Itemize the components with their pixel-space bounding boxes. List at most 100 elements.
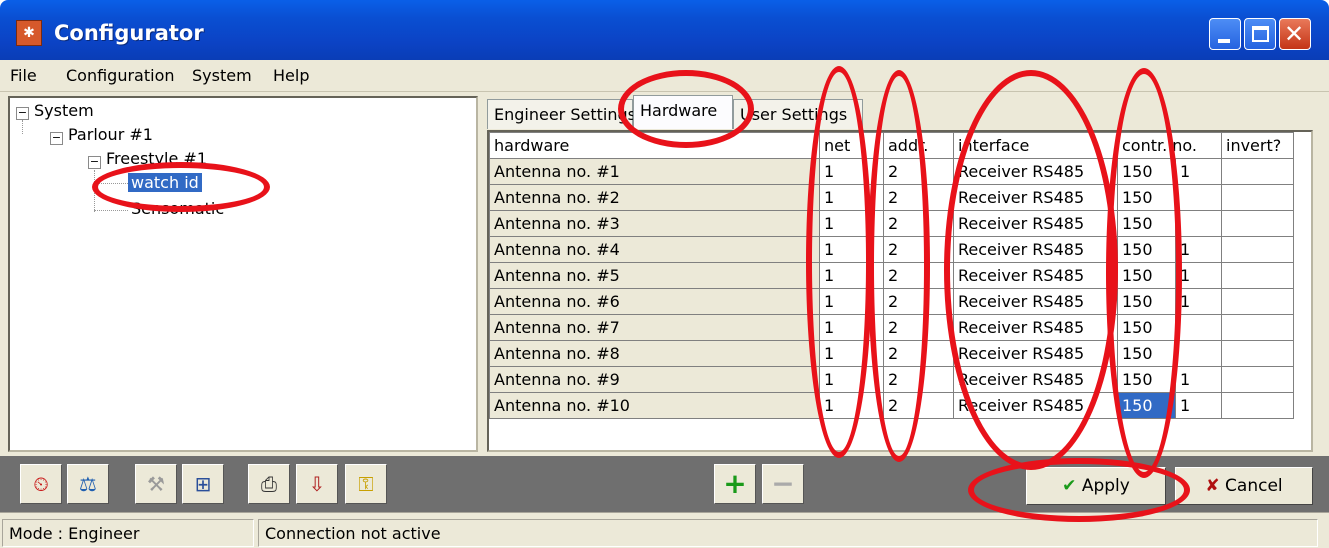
table-cell[interactable]: 150 (1117, 210, 1176, 237)
network-icon[interactable]: ⊞ (182, 464, 224, 504)
collapse-icon[interactable]: − (88, 156, 101, 169)
col-header-contr-no[interactable]: contr. no. (1117, 132, 1222, 159)
table-cell[interactable]: Antenna no. #8 (489, 340, 820, 367)
table-cell[interactable]: 150 (1117, 392, 1176, 419)
export-icon[interactable]: ⇩ (296, 464, 338, 504)
table-cell[interactable]: 1 (1175, 366, 1222, 393)
maximize-button[interactable] (1244, 18, 1276, 50)
tab-engineer-settings[interactable]: Engineer Settings (487, 99, 636, 129)
table-cell[interactable] (1221, 288, 1294, 315)
table-row[interactable]: Antenna no. #5 1 2 Receiver RS485 150 1 (489, 262, 1294, 289)
table-cell[interactable]: Antenna no. #5 (489, 262, 820, 289)
table-cell[interactable] (1175, 184, 1222, 211)
table-row[interactable]: Antenna no. #10 1 2 Receiver RS485 150 1 (489, 392, 1294, 419)
menu-configuration[interactable]: Configuration (66, 66, 175, 85)
table-cell[interactable]: 2 (883, 184, 954, 211)
tools-icon[interactable]: ⚒ (135, 464, 177, 504)
add-row-button[interactable]: + (714, 464, 756, 504)
table-row[interactable]: Antenna no. #7 1 2 Receiver RS485 150 (489, 314, 1294, 341)
table-cell[interactable]: 1 (1175, 392, 1222, 419)
table-cell[interactable]: Antenna no. #9 (489, 366, 820, 393)
table-cell[interactable]: 150 (1117, 236, 1176, 263)
table-cell[interactable]: Antenna no. #3 (489, 210, 820, 237)
col-header-interface[interactable]: interface (953, 132, 1118, 159)
table-cell[interactable]: 1 (1175, 262, 1222, 289)
table-cell[interactable]: 2 (883, 210, 954, 237)
table-cell[interactable] (1221, 262, 1294, 289)
table-cell[interactable]: 1 (1175, 236, 1222, 263)
table-cell[interactable]: 2 (883, 392, 954, 419)
table-cell[interactable]: 150 (1117, 184, 1176, 211)
menu-file[interactable]: File (10, 66, 37, 85)
table-cell[interactable]: Receiver RS485 (953, 340, 1118, 367)
table-cell[interactable]: 1 (819, 158, 884, 185)
minimize-button[interactable] (1209, 18, 1241, 50)
table-cell[interactable]: 1 (819, 340, 884, 367)
table-row[interactable]: Antenna no. #1 1 2 Receiver RS485 150 1 (489, 158, 1294, 185)
tab-user-settings[interactable]: User Settings (733, 99, 863, 129)
table-cell[interactable] (1221, 340, 1294, 367)
table-cell[interactable]: 2 (883, 366, 954, 393)
table-cell[interactable]: 2 (883, 288, 954, 315)
table-cell[interactable]: Antenna no. #2 (489, 184, 820, 211)
table-cell[interactable] (1221, 392, 1294, 419)
table-cell[interactable]: 1 (819, 184, 884, 211)
table-cell[interactable]: Antenna no. #6 (489, 288, 820, 315)
table-cell[interactable] (1221, 184, 1294, 211)
table-cell[interactable]: Antenna no. #10 (489, 392, 820, 419)
table-row[interactable]: Antenna no. #9 1 2 Receiver RS485 150 1 (489, 366, 1294, 393)
tree-node-watch-id[interactable]: watch id (128, 173, 202, 192)
table-cell[interactable]: Antenna no. #7 (489, 314, 820, 341)
table-cell[interactable]: Antenna no. #1 (489, 158, 820, 185)
table-cell[interactable]: 2 (883, 158, 954, 185)
table-cell[interactable]: Antenna no. #4 (489, 236, 820, 263)
apply-button[interactable]: ✔ Apply (1026, 467, 1166, 505)
table-cell[interactable]: Receiver RS485 (953, 158, 1118, 185)
table-cell[interactable]: 150 (1117, 158, 1176, 185)
cancel-button[interactable]: ✘ Cancel (1175, 467, 1313, 505)
collapse-icon[interactable]: − (50, 132, 63, 145)
table-cell[interactable]: 1 (819, 392, 884, 419)
printer-icon[interactable]: ⎙ (248, 464, 290, 504)
table-cell[interactable]: 2 (883, 236, 954, 263)
tree-node-freestyle[interactable]: Freestyle #1 (106, 149, 207, 168)
clock-icon[interactable]: ⏲ (20, 464, 62, 504)
tree-node-parlour[interactable]: Parlour #1 (68, 125, 153, 144)
col-header-addr[interactable]: addr. (883, 132, 954, 159)
table-cell[interactable]: 150 (1117, 314, 1176, 341)
hardware-grid[interactable]: hardware net addr. interface contr. no. … (487, 130, 1313, 452)
table-cell[interactable]: 150 (1117, 262, 1176, 289)
col-header-hardware[interactable]: hardware (489, 132, 820, 159)
table-cell[interactable]: 150 (1117, 340, 1176, 367)
table-cell[interactable]: Receiver RS485 (953, 210, 1118, 237)
table-cell[interactable] (1221, 236, 1294, 263)
menu-system[interactable]: System (192, 66, 252, 85)
system-tree[interactable]: − System − Parlour #1 − Freestyle #1 wat… (8, 96, 478, 452)
table-cell[interactable]: Receiver RS485 (953, 314, 1118, 341)
key-icon[interactable]: ⚿ (345, 464, 387, 504)
table-cell[interactable]: 1 (819, 366, 884, 393)
table-cell[interactable] (1221, 314, 1294, 341)
table-cell[interactable]: Receiver RS485 (953, 184, 1118, 211)
tree-node-sensomatic[interactable]: Sensomatic (131, 199, 224, 218)
table-cell[interactable]: Receiver RS485 (953, 262, 1118, 289)
tree-node-system[interactable]: System (34, 101, 94, 120)
table-cell[interactable]: 1 (819, 288, 884, 315)
table-cell[interactable]: 1 (819, 236, 884, 263)
table-cell[interactable]: 1 (819, 210, 884, 237)
table-cell[interactable] (1221, 366, 1294, 393)
table-cell[interactable]: Receiver RS485 (953, 366, 1118, 393)
table-cell[interactable] (1175, 340, 1222, 367)
table-cell[interactable]: Receiver RS485 (953, 236, 1118, 263)
menu-help[interactable]: Help (273, 66, 309, 85)
table-cell[interactable]: 2 (883, 262, 954, 289)
table-cell[interactable]: 2 (883, 340, 954, 367)
table-row[interactable]: Antenna no. #6 1 2 Receiver RS485 150 1 (489, 288, 1294, 315)
scales-icon[interactable]: ⚖ (67, 464, 109, 504)
table-cell[interactable]: 1 (1175, 158, 1222, 185)
table-row[interactable]: Antenna no. #3 1 2 Receiver RS485 150 (489, 210, 1294, 237)
table-cell[interactable]: Receiver RS485 (953, 288, 1118, 315)
tab-hardware[interactable]: Hardware (633, 95, 733, 129)
table-cell[interactable]: 2 (883, 314, 954, 341)
table-cell[interactable]: 150 (1117, 366, 1176, 393)
